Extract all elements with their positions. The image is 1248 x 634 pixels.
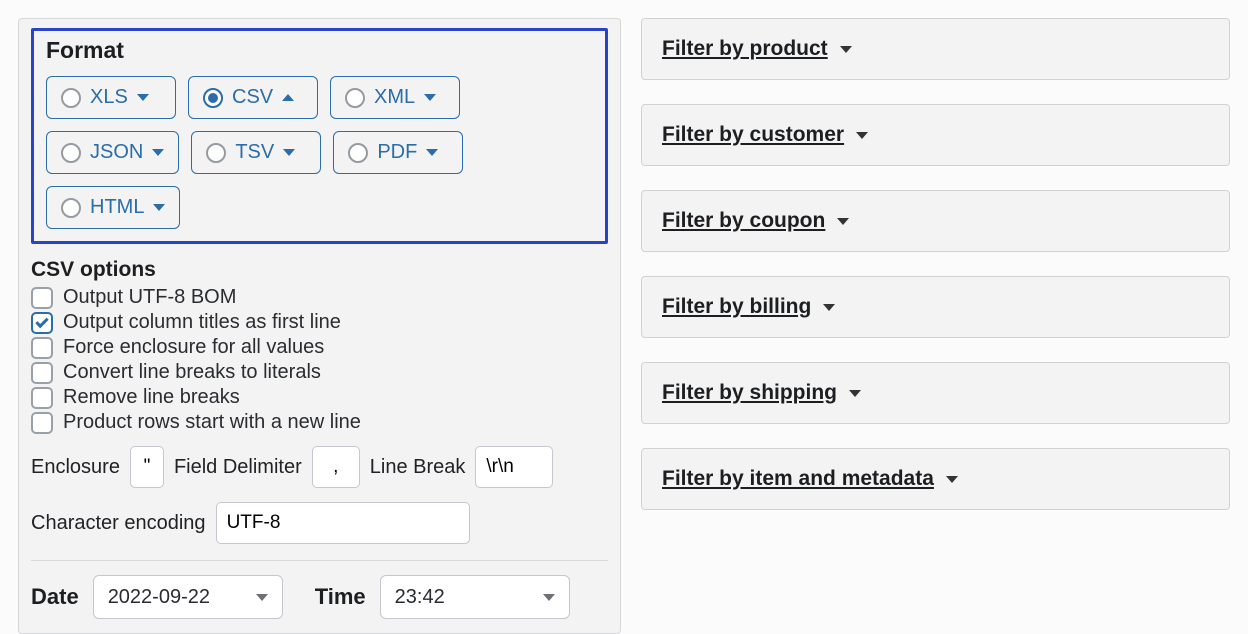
csv-opt-utf8bom[interactable]: Output UTF-8 BOM <box>31 286 608 309</box>
format-option-label: TSV <box>235 141 274 164</box>
chevron-down-icon <box>946 476 958 483</box>
checkbox-icon <box>31 312 53 334</box>
chevron-up-icon <box>282 94 294 101</box>
csv-opt-force-enclosure[interactable]: Force enclosure for all values <box>31 336 608 359</box>
time-label: Time <box>315 584 366 610</box>
chevron-down-icon <box>840 46 852 53</box>
time-select[interactable]: 23:42 <box>380 575 570 619</box>
checkbox-icon <box>31 362 53 384</box>
radio-icon <box>345 88 365 108</box>
format-option-xml[interactable]: XML <box>330 76 460 119</box>
filters-panel: Filter by product Filter by customer Fil… <box>641 18 1230 510</box>
date-select[interactable]: 2022-09-22 <box>93 575 283 619</box>
csv-opt-column-titles[interactable]: Output column titles as first line <box>31 311 608 334</box>
chevron-down-icon <box>837 218 849 225</box>
format-option-label: HTML <box>90 196 144 219</box>
filter-by-customer[interactable]: Filter by customer <box>641 104 1230 166</box>
time-value: 23:42 <box>395 586 445 609</box>
filter-by-item-metadata[interactable]: Filter by item and metadata <box>641 448 1230 510</box>
format-option-label: JSON <box>90 141 143 164</box>
linebreak-input[interactable] <box>475 446 553 488</box>
format-options-row: XLS CSV XML JSON <box>46 76 593 229</box>
chevron-down-icon <box>424 94 436 101</box>
csv-opt-product-rows-newline[interactable]: Product rows start with a new line <box>31 411 608 434</box>
format-option-tsv[interactable]: TSV <box>191 131 321 174</box>
chevron-down-icon <box>153 204 165 211</box>
encoding-label: Character encoding <box>31 512 206 535</box>
csv-opt-label: Convert line breaks to literals <box>63 361 321 384</box>
csv-opt-label: Force enclosure for all values <box>63 336 324 359</box>
format-option-label: PDF <box>377 141 417 164</box>
csv-opt-label: Product rows start with a new line <box>63 411 361 434</box>
filter-label: Filter by product <box>662 37 828 61</box>
enclosure-input[interactable] <box>130 446 164 488</box>
filter-label: Filter by item and metadata <box>662 467 934 491</box>
filter-label: Filter by customer <box>662 123 844 147</box>
radio-icon <box>61 88 81 108</box>
radio-icon <box>61 143 81 163</box>
format-option-csv[interactable]: CSV <box>188 76 318 119</box>
date-label: Date <box>31 584 79 610</box>
chevron-down-icon <box>823 304 835 311</box>
chevron-down-icon <box>152 149 164 156</box>
linebreak-label: Line Break <box>370 456 466 479</box>
radio-icon <box>61 198 81 218</box>
format-section: Format XLS CSV XML <box>31 28 608 244</box>
radio-icon <box>206 143 226 163</box>
format-option-pdf[interactable]: PDF <box>333 131 463 174</box>
csv-opt-label: Output UTF-8 BOM <box>63 286 236 309</box>
radio-icon <box>348 143 368 163</box>
format-option-html[interactable]: HTML <box>46 186 180 229</box>
csv-opt-convert-linebreaks[interactable]: Convert line breaks to literals <box>31 361 608 384</box>
checkbox-icon <box>31 287 53 309</box>
format-option-json[interactable]: JSON <box>46 131 179 174</box>
chevron-down-icon <box>849 390 861 397</box>
chevron-down-icon <box>856 132 868 139</box>
checkbox-icon <box>31 337 53 359</box>
format-option-label: XLS <box>90 86 128 109</box>
csv-opt-remove-linebreaks[interactable]: Remove line breaks <box>31 386 608 409</box>
filter-label: Filter by billing <box>662 295 811 319</box>
format-title: Format <box>46 37 593 64</box>
filter-by-product[interactable]: Filter by product <box>641 18 1230 80</box>
filter-label: Filter by shipping <box>662 381 837 405</box>
csv-opt-label: Remove line breaks <box>63 386 240 409</box>
date-value: 2022-09-22 <box>108 586 210 609</box>
format-option-label: CSV <box>232 86 273 109</box>
delimiter-label: Field Delimiter <box>174 456 302 479</box>
filter-by-coupon[interactable]: Filter by coupon <box>641 190 1230 252</box>
chevron-down-icon <box>543 594 555 601</box>
filter-by-shipping[interactable]: Filter by shipping <box>641 362 1230 424</box>
delimiter-input[interactable] <box>312 446 360 488</box>
chevron-down-icon <box>256 594 268 601</box>
format-option-label: XML <box>374 86 415 109</box>
encoding-input[interactable] <box>216 502 470 544</box>
chevron-down-icon <box>137 94 149 101</box>
divider <box>31 560 608 561</box>
csv-opt-label: Output column titles as first line <box>63 311 341 334</box>
csv-options-title: CSV options <box>31 258 608 282</box>
checkbox-icon <box>31 412 53 434</box>
chevron-down-icon <box>426 149 438 156</box>
filter-by-billing[interactable]: Filter by billing <box>641 276 1230 338</box>
filter-label: Filter by coupon <box>662 209 825 233</box>
format-option-xls[interactable]: XLS <box>46 76 176 119</box>
radio-icon <box>203 88 223 108</box>
enclosure-label: Enclosure <box>31 456 120 479</box>
chevron-down-icon <box>283 149 295 156</box>
checkbox-icon <box>31 387 53 409</box>
export-settings-panel: Format XLS CSV XML <box>18 18 621 634</box>
